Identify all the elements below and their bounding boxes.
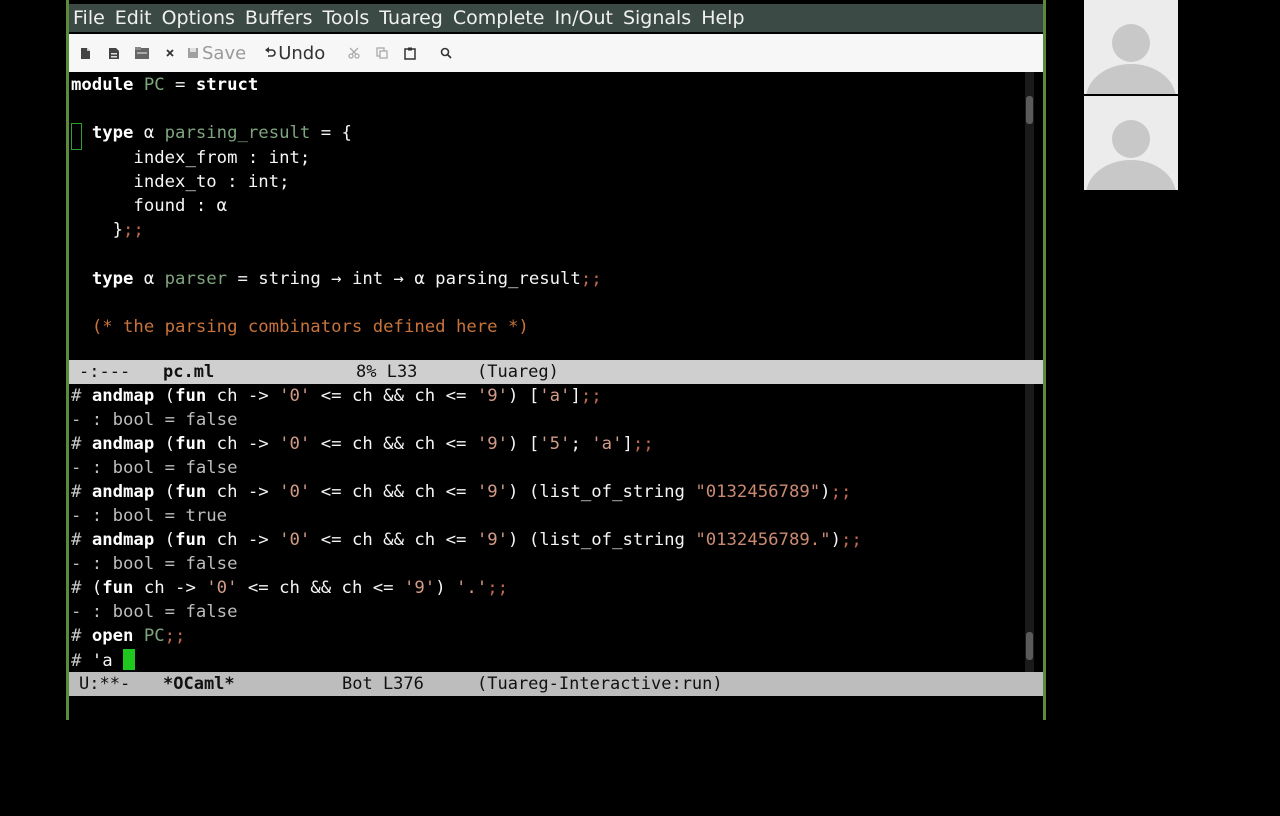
menu-file[interactable]: File — [69, 4, 110, 32]
code-line: found : α — [71, 196, 228, 216]
save-icon — [188, 48, 198, 58]
user-avatar-icon — [1112, 24, 1150, 62]
close-icon[interactable] — [159, 38, 181, 68]
paste-icon[interactable] — [399, 38, 421, 68]
save-button[interactable]: Save — [187, 38, 246, 68]
code-line: };; — [71, 220, 144, 241]
modeline-buffer-name[interactable]: *OCaml* — [163, 672, 235, 696]
modeline-bottom[interactable]: U:**- *OCaml* Bot L376 (Tuareg-Interacti… — [69, 672, 1043, 696]
dired-icon[interactable] — [131, 38, 153, 68]
user-avatar-icon — [1112, 120, 1150, 158]
repl-line: - : bool = false — [71, 602, 238, 622]
repl-scrollbar[interactable] — [1025, 384, 1034, 672]
code-line: index_to : int; — [71, 171, 290, 192]
tool-bar: Save Undo — [69, 34, 1043, 72]
menu-help[interactable]: Help — [696, 4, 749, 32]
editor-scrollbar[interactable] — [1025, 72, 1034, 360]
repl-line: - : bool = false — [71, 410, 238, 430]
code-line: type α parser = string → int → α parsing… — [91, 268, 602, 289]
code-line: index_from : int; — [71, 147, 311, 168]
modeline-position: Bot L376 — [342, 674, 424, 694]
modeline-status: U:**- — [79, 674, 131, 694]
repl-line: # andmap (fun ch -> '0' <= ch && ch <= '… — [71, 482, 852, 502]
save-label: Save — [202, 42, 247, 64]
editor-buffer-pc-ml[interactable]: module PC = struct type α parsing_result… — [69, 72, 1034, 360]
repl-scroll-thumb[interactable] — [1026, 632, 1033, 660]
repl-line: # andmap (fun ch -> '0' <= ch && ch <= '… — [71, 434, 654, 454]
menu-signals[interactable]: Signals — [618, 4, 696, 32]
repl-line: - : bool = false — [71, 554, 238, 574]
repl-line: - : bool = false — [71, 458, 238, 478]
video-participants-panel — [1048, 0, 1214, 190]
menu-in-out[interactable]: In/Out — [549, 4, 618, 32]
code-line: type α parsing_result = { — [91, 123, 352, 144]
repl-line: # open PC;; — [71, 626, 186, 646]
code-line: (* the parsing combinators defined here … — [91, 317, 529, 337]
menu-buffers[interactable]: Buffers — [240, 4, 318, 32]
participant-tile — [1084, 0, 1178, 94]
modeline-top[interactable]: -:--- pc.ml 8% L33 (Tuareg) — [69, 360, 1043, 384]
modeline-status: -:--- — [79, 362, 131, 382]
text-cursor — [123, 649, 136, 670]
scissors-icon[interactable] — [343, 38, 365, 68]
code-line: module PC = struct — [71, 75, 259, 95]
open-file-icon[interactable] — [103, 38, 125, 68]
menu-edit[interactable]: Edit — [110, 4, 157, 32]
repl-line: # 'a — [71, 649, 136, 672]
repl-line: # andmap (fun ch -> '0' <= ch && ch <= '… — [71, 530, 862, 550]
copy-icon[interactable] — [371, 38, 393, 68]
menu-tools[interactable]: Tools — [317, 4, 374, 32]
minibuffer[interactable] — [69, 696, 1043, 720]
repl-buffer-ocaml[interactable]: # andmap (fun ch -> '0' <= ch && ch <= '… — [69, 384, 1034, 672]
menu-complete[interactable]: Complete — [448, 4, 550, 32]
user-avatar-body — [1086, 64, 1176, 94]
search-icon[interactable] — [435, 38, 457, 68]
menu-tuareg[interactable]: Tuareg — [374, 4, 448, 32]
repl-line: - : bool = true — [71, 506, 228, 526]
undo-icon — [265, 47, 276, 57]
new-file-icon[interactable] — [75, 38, 97, 68]
participant-tile — [1084, 96, 1178, 190]
emacs-window: File Edit Options Buffers Tools Tuareg C… — [66, 0, 1046, 720]
repl-line: # (fun ch -> '0' <= ch && ch <= '9') '.'… — [71, 578, 509, 598]
modeline-mode[interactable]: (Tuareg) — [477, 360, 559, 384]
undo-button[interactable]: Undo — [264, 38, 325, 68]
menu-bar: File Edit Options Buffers Tools Tuareg C… — [69, 4, 1043, 32]
menu-options[interactable]: Options — [157, 4, 240, 32]
editor-scroll-thumb[interactable] — [1026, 96, 1033, 124]
repl-line: # andmap (fun ch -> '0' <= ch && ch <= '… — [71, 386, 602, 406]
user-avatar-body — [1086, 160, 1176, 190]
modeline-buffer-name[interactable]: pc.ml — [163, 360, 214, 384]
modeline-mode[interactable]: (Tuareg-Interactive:run) — [477, 672, 723, 696]
modeline-position: 8% L33 — [356, 362, 418, 382]
undo-label: Undo — [278, 42, 326, 64]
